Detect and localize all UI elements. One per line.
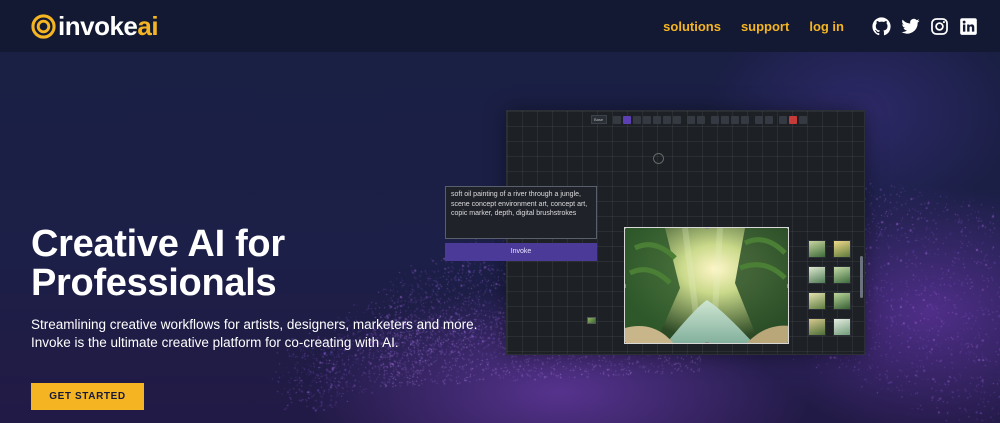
linkedin-icon[interactable] (959, 17, 978, 36)
get-started-button[interactable]: GET STARTED (31, 383, 144, 410)
brush-cursor-icon (653, 153, 664, 164)
jungle-painting-image (625, 228, 788, 343)
invokeai-logo-mark-icon (31, 13, 56, 39)
logo-word-ai: ai (137, 11, 159, 41)
gallery-thumbnail (808, 266, 826, 284)
hero-subtitle: Streamlining creative workflows for arti… (31, 316, 511, 352)
toolbar-tool-icon (687, 115, 695, 124)
instagram-icon[interactable] (930, 17, 949, 36)
toolbar-tool-icon (711, 115, 719, 124)
nav-links: solutions support log in (663, 16, 978, 36)
hero-subtitle-line1: Streamlining creative workflows for arti… (31, 317, 478, 332)
gallery-thumbnail (808, 292, 826, 310)
gallery-thumbnails (808, 240, 851, 336)
toolbar-tool-icon (721, 115, 729, 124)
gallery-scrollbar[interactable] (860, 256, 863, 298)
logo-word-invoke: invoke (58, 11, 138, 41)
resize-handle (705, 342, 709, 343)
hero-title: Creative AI for Professionals (31, 225, 471, 303)
resize-handle (787, 342, 788, 343)
brush-tool-icon (623, 115, 631, 124)
invokeai-logo[interactable]: invokeai (31, 0, 159, 52)
toolbar-tool-icon (613, 115, 621, 124)
toolbar-tool-icon (663, 115, 671, 124)
toolbar-tool-icon (755, 115, 763, 124)
twitter-icon[interactable] (901, 17, 920, 36)
resize-handle (625, 342, 626, 343)
github-icon[interactable] (872, 16, 891, 36)
toolbar-tool-icon (731, 115, 739, 124)
mini-image-thumbnail (587, 317, 596, 324)
toolbar-tool-icon (697, 115, 705, 124)
gallery-thumbnail (833, 292, 851, 310)
toolbar-tool-icon (799, 115, 807, 124)
hero-title-line2: Professionals (31, 262, 277, 304)
resize-handle (787, 284, 788, 288)
toolbar-tool-icon (643, 115, 651, 124)
invoke-button[interactable]: Invoke (445, 243, 597, 261)
gallery-thumbnail (808, 318, 826, 336)
toolbar-tool-icon (633, 115, 641, 124)
resize-handle (787, 228, 788, 229)
hero-subtitle-line2: Invoke is the ultimate creative platform… (31, 335, 399, 350)
gallery-thumbnail (833, 266, 851, 284)
resize-handle (705, 228, 709, 229)
canvas-toolbar: Base (591, 115, 807, 124)
resize-handle (625, 228, 626, 229)
toolbar-tool-icon (741, 115, 749, 124)
toolbar-tool-icon (779, 115, 787, 124)
generated-jungle-river-image (624, 227, 789, 344)
layer-select: Base (591, 115, 607, 124)
gallery-thumbnail (808, 240, 826, 258)
gallery-thumbnail (833, 240, 851, 258)
gallery-thumbnail (833, 318, 851, 336)
toolbar-tool-icon (765, 115, 773, 124)
prompt-textbox[interactable]: soft oil painting of a river through a j… (445, 186, 597, 239)
toolbar-tool-icon (673, 115, 681, 124)
nav-link-login[interactable]: log in (809, 19, 844, 34)
delete-tool-icon (789, 115, 797, 124)
hero-title-line1: Creative AI for (31, 223, 285, 265)
resize-handle (625, 284, 626, 288)
nav-link-support[interactable]: support (741, 19, 789, 34)
social-links (872, 16, 978, 36)
toolbar-tool-icon (653, 115, 661, 124)
nav-link-solutions[interactable]: solutions (663, 19, 721, 34)
logo-wordmark: invokeai (58, 11, 159, 41)
top-navbar: invokeai solutions support log in (0, 0, 1000, 52)
